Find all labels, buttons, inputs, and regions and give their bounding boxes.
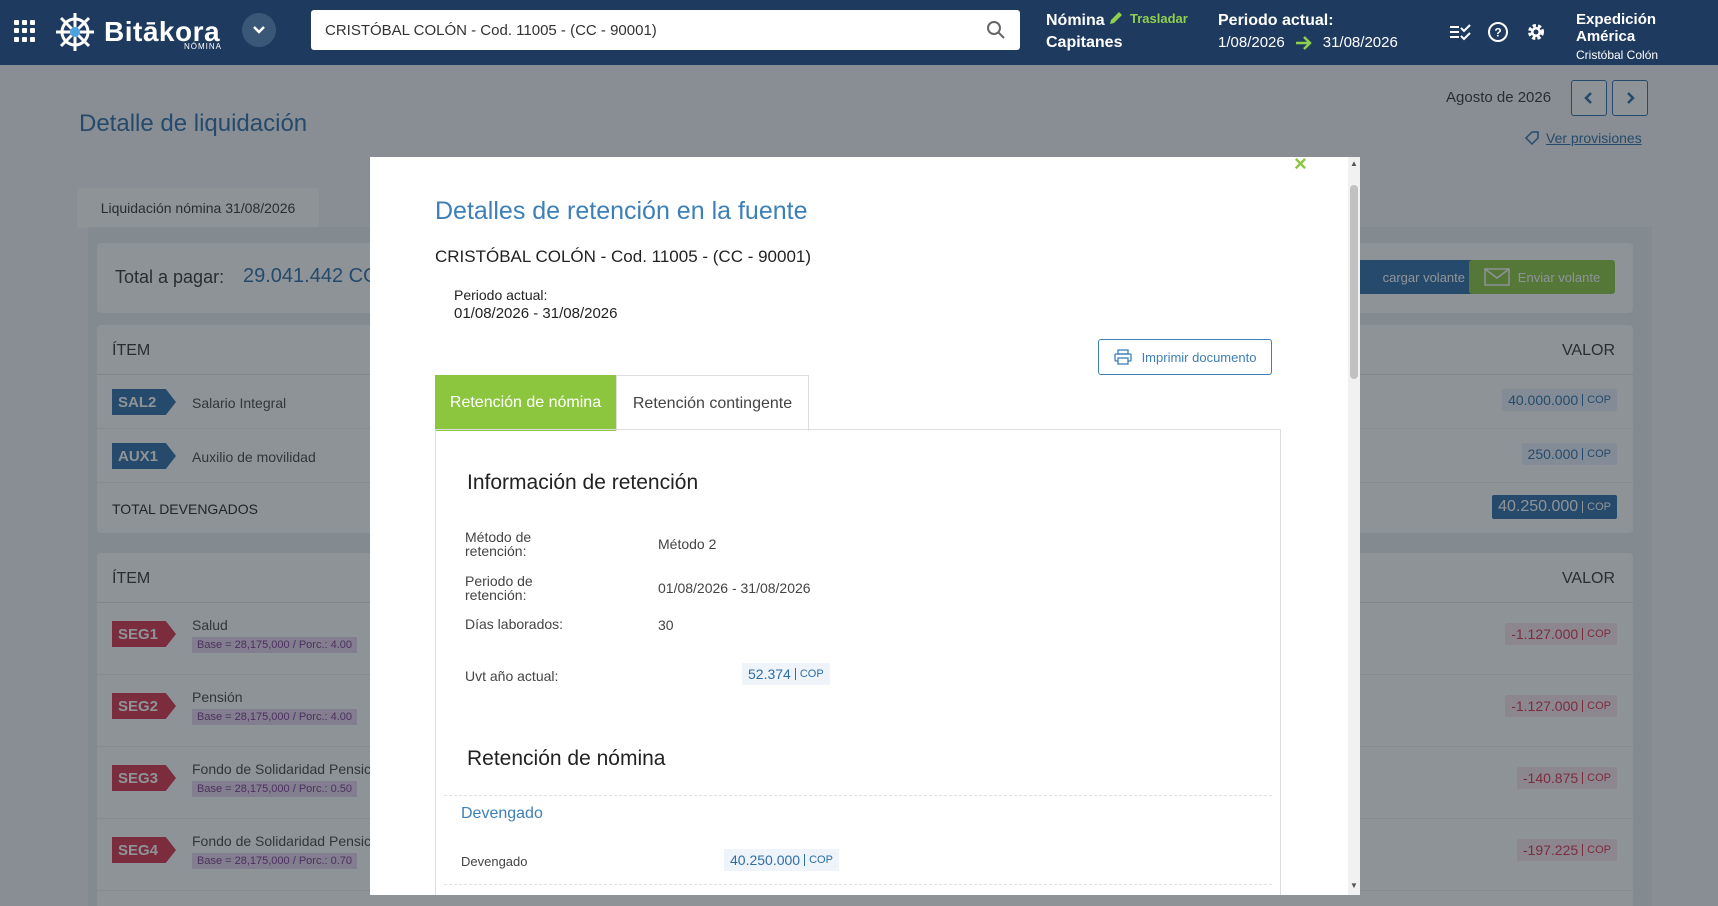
periodo-retencion-value: 01/08/2026 - 31/08/2026 [658, 580, 811, 596]
ship-wheel-icon [56, 13, 94, 51]
periodo-label: Periodo actual: [1218, 12, 1334, 29]
periodo-start: 1/08/2026 [1218, 34, 1285, 51]
modal-title: Detalles de retención en la fuente [435, 197, 808, 225]
periodo-value: 01/08/2026 - 31/08/2026 [454, 305, 618, 322]
svg-text:?: ? [1494, 26, 1501, 40]
scrollbar-thumb[interactable] [1350, 185, 1358, 379]
scroll-down-arrow[interactable]: ▼ [1348, 881, 1360, 890]
periodo-actual: Periodo actual: 1/08/2026 31/08/2026 [1218, 10, 1398, 54]
help-icon[interactable]: ? [1486, 20, 1510, 44]
printer-icon [1113, 349, 1132, 365]
tab-retencion-contingente[interactable]: Retención contingente [616, 375, 809, 431]
periodo-label: Periodo actual: [454, 287, 548, 303]
company-user-info[interactable]: Expedición América Cristóbal Colón [1576, 11, 1718, 62]
retencion-heading: Retención de nómina [467, 747, 666, 770]
devengado-value: 40.250.000 COP [724, 849, 839, 871]
search-value: CRISTÓBAL COLÓN - Cod. 11005 - (CC - 900… [325, 21, 657, 39]
close-icon[interactable]: × [1294, 157, 1307, 177]
trasladar-label: Trasladar [1130, 10, 1188, 26]
company-name: Expedición América [1576, 11, 1657, 45]
checklist-icon[interactable] [1448, 20, 1472, 44]
info-heading: Información de retención [467, 471, 699, 494]
pencil-icon [1110, 12, 1122, 24]
uvt-label: Uvt año actual: [465, 668, 559, 684]
tab-content [435, 429, 1281, 895]
user-name: Cristóbal Colón [1576, 48, 1659, 62]
metodo-label: Método de retención: [465, 529, 532, 559]
logo[interactable]: Bitākora NÓMINA [54, 8, 222, 56]
divider [444, 884, 1272, 885]
devengado-label: Devengado [461, 854, 528, 869]
gear-icon[interactable] [1524, 20, 1548, 44]
tab-retencion-nomina[interactable]: Retención de nómina [435, 375, 616, 431]
search-icon[interactable] [986, 20, 1006, 40]
apps-grid-icon[interactable] [14, 20, 36, 42]
dias-label: Días laborados: [465, 616, 564, 632]
retencion-modal: × ▲ ▼ Detalles de retención en la fuente… [370, 157, 1360, 895]
employee-search-input[interactable]: CRISTÓBAL COLÓN - Cod. 11005 - (CC - 900… [311, 10, 1020, 50]
brand-subtitle: NÓMINA [184, 42, 222, 51]
nomina-name: Capitanes [1046, 34, 1123, 51]
devengado-heading: Devengado [461, 805, 543, 822]
periodo-retencion-label: Periodo de retención: [465, 573, 533, 603]
modal-employee: CRISTÓBAL COLÓN - Cod. 11005 - (CC - 900… [435, 247, 812, 266]
uvt-value: 52.374 COP [742, 663, 830, 685]
metodo-value: Método 2 [658, 536, 717, 552]
trasladar-button[interactable]: Trasladar [1108, 10, 1188, 26]
company-dropdown-button[interactable] [242, 13, 276, 47]
periodo-end: 31/08/2026 [1322, 34, 1398, 51]
arrow-right-icon [1295, 36, 1312, 50]
divider [444, 795, 1272, 796]
top-header: Bitākora NÓMINA CRISTÓBAL COLÓN - Cod. 1… [0, 0, 1718, 65]
scroll-up-arrow[interactable]: ▲ [1348, 159, 1360, 168]
chevron-down-icon [253, 26, 265, 34]
dias-value: 30 [658, 617, 674, 633]
print-document-button[interactable]: Imprimir documento [1098, 339, 1272, 375]
